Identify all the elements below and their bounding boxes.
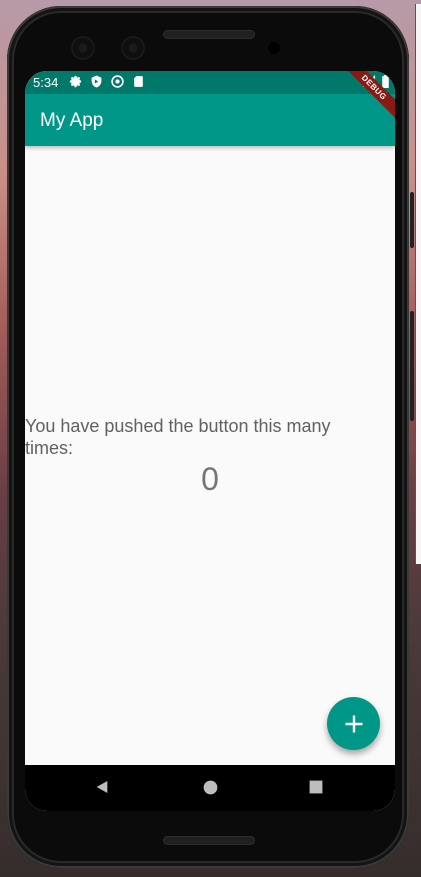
status-bar: 5:34 [25, 71, 395, 94]
shield-icon [91, 75, 102, 88]
counter-label: You have pushed the button this many tim… [25, 416, 331, 458]
back-button[interactable] [92, 777, 112, 797]
volume-button [410, 311, 414, 421]
home-circle-icon [203, 780, 217, 794]
power-button [410, 192, 414, 248]
app-title: My App [40, 110, 104, 131]
sync-icon [111, 75, 124, 88]
home-button[interactable] [200, 777, 220, 797]
recents-button[interactable] [306, 777, 326, 797]
device-screen: 5:34 DEBUG My App You have pushed the bu… [25, 71, 395, 811]
proximity-sensor [268, 42, 280, 54]
recents-square-icon [309, 780, 323, 794]
sd-card-icon [134, 76, 143, 87]
status-time: 5:34 [33, 75, 59, 90]
add-icon [344, 714, 363, 733]
back-triangle-icon [96, 781, 108, 793]
increment-fab-button[interactable] [327, 697, 380, 750]
emulator-side-window [415, 4, 421, 564]
front-camera-icon [73, 38, 93, 58]
counter-value: 0 [201, 461, 219, 497]
status-icons [69, 75, 145, 88]
settings-icon [69, 75, 82, 88]
earpiece-speaker [163, 30, 255, 39]
battery-icon [382, 75, 389, 88]
app-bar: My App [25, 94, 395, 146]
front-camera-icon [123, 38, 143, 58]
navigation-bar [25, 765, 395, 811]
bottom-speaker [163, 836, 255, 845]
